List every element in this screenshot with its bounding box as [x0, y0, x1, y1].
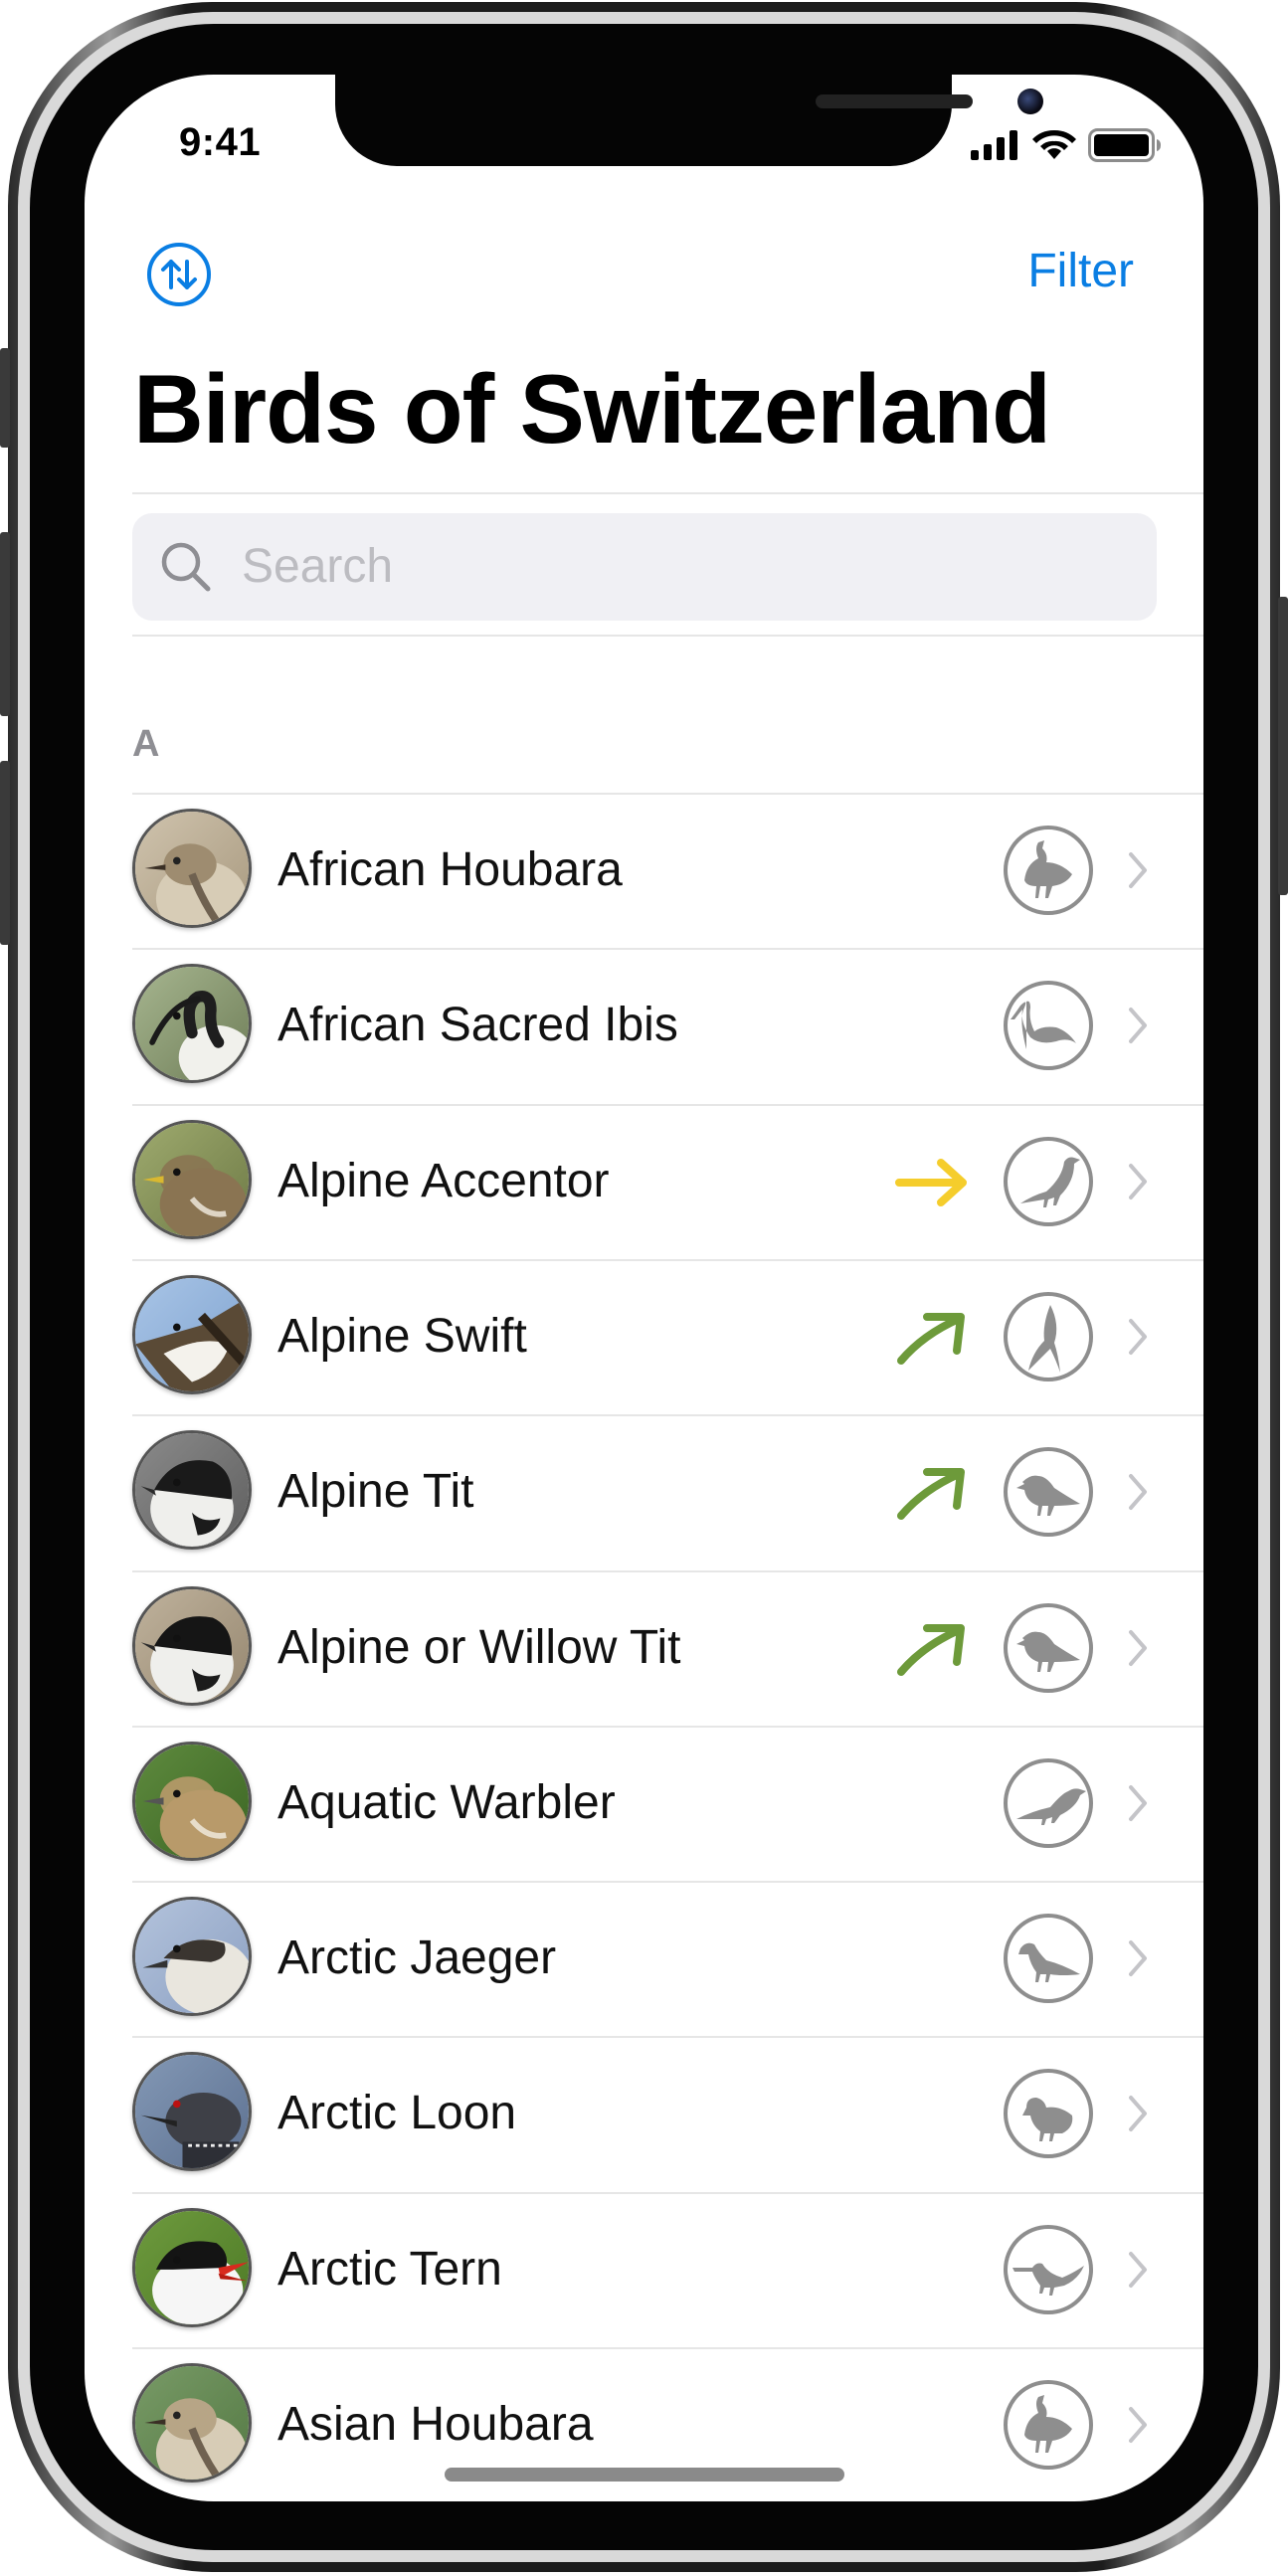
- bird-name: Arctic Tern: [277, 2242, 502, 2296]
- row-divider: [132, 1103, 1203, 1106]
- power-button: [1278, 597, 1288, 895]
- warbler-silhouette-icon: [1004, 1757, 1093, 1848]
- filter-button[interactable]: Filter: [1027, 244, 1134, 298]
- bird-name: Aquatic Warbler: [277, 1775, 616, 1829]
- pigeon-silhouette-icon: [1004, 2069, 1093, 2159]
- chevron-right-icon: [1129, 1474, 1147, 1511]
- bird-photo: [132, 1430, 252, 1551]
- chevron-right-icon: [1129, 852, 1147, 888]
- bustard-silhouette-icon: [1004, 826, 1093, 915]
- bird-row[interactable]: Alpine Swift: [132, 1258, 1203, 1414]
- volume-up-button: [0, 532, 10, 716]
- sort-arrows-icon[interactable]: [146, 242, 212, 307]
- front-camera: [1017, 89, 1043, 114]
- bird-photo: [132, 2052, 252, 2172]
- bird-photo: [132, 809, 252, 928]
- search-placeholder: Search: [242, 540, 394, 593]
- row-divider: [132, 1725, 1203, 1728]
- row-divider: [132, 2347, 1203, 2349]
- ibis-silhouette-icon: [1004, 981, 1093, 1071]
- bird-photo: [132, 1585, 252, 1706]
- bird-name: Arctic Jaeger: [277, 1932, 557, 1985]
- trend-right-arrow-icon: [895, 1158, 967, 1206]
- row-divider: [132, 793, 1203, 795]
- bird-name: African Houbara: [277, 843, 623, 896]
- bird-photo: [132, 2207, 252, 2327]
- notch: [335, 75, 1043, 166]
- chevron-right-icon: [1129, 1784, 1147, 1821]
- page-title: Birds of Switzerland: [133, 354, 1051, 463]
- bird-name: Alpine or Willow Tit: [277, 1620, 681, 1674]
- mute-switch: [0, 348, 10, 448]
- bird-row[interactable]: Alpine Tit: [132, 1414, 1203, 1569]
- trend-up-right-arrow-icon: [897, 1312, 965, 1365]
- battery-icon: [1088, 128, 1161, 162]
- chevron-right-icon: [1129, 1318, 1147, 1355]
- divider: [132, 635, 1203, 637]
- tit-silhouette-icon: [1004, 1447, 1093, 1538]
- speaker-grille: [816, 94, 973, 108]
- bird-row[interactable]: Alpine or Willow Tit: [132, 1569, 1203, 1726]
- bird-photo: [132, 2363, 252, 2483]
- bird-name: Alpine Accentor: [277, 1154, 610, 1207]
- bird-name: Alpine Swift: [277, 1309, 527, 1363]
- bird-photo: [132, 1274, 252, 1394]
- bird-row[interactable]: Arctic Tern: [132, 2191, 1203, 2347]
- bird-photo: [132, 1119, 252, 1239]
- home-indicator[interactable]: [445, 2468, 844, 2482]
- row-divider: [132, 1414, 1203, 1417]
- chevron-right-icon: [1129, 1629, 1147, 1666]
- chevron-right-icon: [1129, 2407, 1147, 2443]
- bird-row[interactable]: Arctic Loon: [132, 2036, 1203, 2191]
- row-divider: [132, 1881, 1203, 1884]
- bird-name: Arctic Loon: [277, 2087, 517, 2140]
- chevron-right-icon: [1129, 1163, 1147, 1199]
- row-divider: [132, 2191, 1203, 2194]
- songbird-silhouette-icon: [1004, 1136, 1093, 1226]
- divider: [132, 492, 1203, 494]
- bird-row[interactable]: African Houbara: [132, 793, 1203, 948]
- status-icons: [971, 128, 1162, 162]
- row-divider: [132, 1258, 1203, 1261]
- row-divider: [132, 1569, 1203, 1572]
- bird-row[interactable]: Aquatic Warbler: [132, 1725, 1203, 1881]
- search-icon: [161, 542, 211, 592]
- bird-name: African Sacred Ibis: [277, 999, 678, 1052]
- volume-down-button: [0, 761, 10, 945]
- tern-silhouette-icon: [1004, 2224, 1093, 2314]
- gull-silhouette-icon: [1004, 1914, 1093, 2004]
- bird-row[interactable]: African Sacred Ibis: [132, 948, 1203, 1103]
- cellular-signal-icon: [971, 130, 1017, 160]
- tit-silhouette-icon: [1004, 1602, 1093, 1693]
- bird-name: Alpine Tit: [277, 1465, 474, 1519]
- trend-up-right-arrow-icon: [897, 1468, 965, 1521]
- swift-silhouette-icon: [1004, 1291, 1093, 1381]
- chevron-right-icon: [1129, 2096, 1147, 2132]
- chevron-right-icon: [1129, 1008, 1147, 1044]
- row-divider: [132, 948, 1203, 951]
- search-field[interactable]: Search: [132, 513, 1157, 621]
- bird-row[interactable]: Alpine Accentor: [132, 1103, 1203, 1259]
- trend-up-right-arrow-icon: [897, 1623, 965, 1676]
- bustard-silhouette-icon: [1004, 2380, 1093, 2470]
- status-time: 9:41: [179, 120, 262, 164]
- chevron-right-icon: [1129, 2251, 1147, 2288]
- bird-photo: [132, 964, 252, 1084]
- row-divider: [132, 2036, 1203, 2039]
- bird-name: Asian Houbara: [277, 2398, 594, 2451]
- screen: 9:41 Filter Birds of Switzerland Search …: [85, 75, 1203, 2501]
- bird-row[interactable]: Arctic Jaeger: [132, 1881, 1203, 2036]
- wifi-icon: [1032, 129, 1076, 159]
- bird-photo: [132, 1897, 252, 2017]
- chevron-right-icon: [1129, 1940, 1147, 1977]
- section-header: A: [132, 723, 160, 765]
- bird-photo: [132, 1741, 252, 1861]
